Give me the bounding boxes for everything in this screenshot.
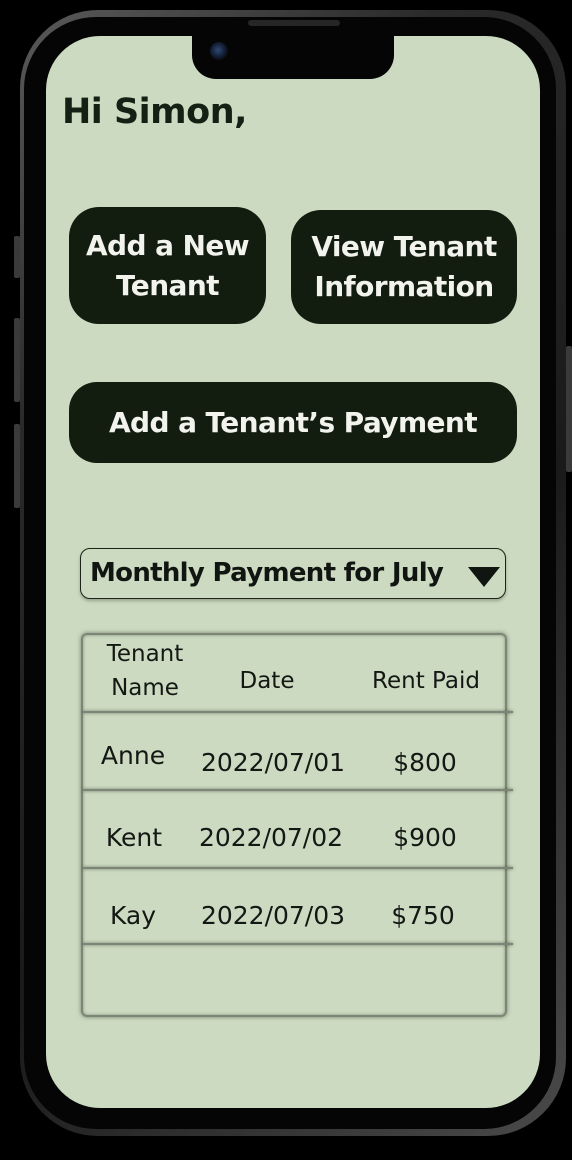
table-cell-tenant-name: Anne xyxy=(100,741,166,770)
device-stage: Hi Simon, Add a New Tenant View Tenant I… xyxy=(0,0,572,1160)
caret-down-icon xyxy=(468,567,500,587)
table-cell-rent-paid: $900 xyxy=(393,823,457,852)
column-header-tenant-name: Tenant Name xyxy=(106,641,184,701)
add-new-tenant-button[interactable]: Add a New Tenant xyxy=(69,207,266,324)
view-tenant-information-label: View Tenant Information xyxy=(311,230,497,303)
camera-icon xyxy=(210,42,228,60)
add-new-tenant-label: Add a New Tenant xyxy=(85,228,250,302)
table-cell-tenant-name: Kent xyxy=(105,823,163,852)
column-header-date: Date xyxy=(239,668,295,694)
table-cell-date: 2022/07/03 xyxy=(200,901,346,930)
table-cell-date: 2022/07/01 xyxy=(200,748,346,777)
speaker-grille xyxy=(248,20,340,26)
table-cell-rent-paid: $800 xyxy=(393,748,457,777)
greeting-title: Hi Simon, xyxy=(62,92,247,132)
table-divider xyxy=(83,943,513,945)
table-cell-date: 2022/07/02 xyxy=(198,823,344,852)
column-header-rent-paid: Rent Paid xyxy=(372,668,480,694)
mute-switch xyxy=(14,236,20,278)
table-cell-rent-paid: $750 xyxy=(391,901,455,930)
table-cell-tenant-name: Kay xyxy=(109,901,157,930)
month-selector-dropdown[interactable]: Monthly Payment for July xyxy=(80,548,506,599)
add-tenant-payment-label: Add a Tenant’s Payment xyxy=(108,405,478,439)
month-selector-value: Monthly Payment for July xyxy=(90,558,444,588)
add-tenant-payment-button[interactable]: Add a Tenant’s Payment xyxy=(69,382,517,463)
table-divider xyxy=(83,867,513,869)
table-divider xyxy=(83,711,513,713)
view-tenant-information-button[interactable]: View Tenant Information xyxy=(291,210,517,324)
power-button xyxy=(566,346,572,472)
volume-down-button xyxy=(14,424,20,508)
payments-table: Tenant Name Date Rent Paid Anne 2022/07/… xyxy=(81,633,513,1017)
table-divider xyxy=(83,789,513,791)
volume-up-button xyxy=(14,318,20,402)
